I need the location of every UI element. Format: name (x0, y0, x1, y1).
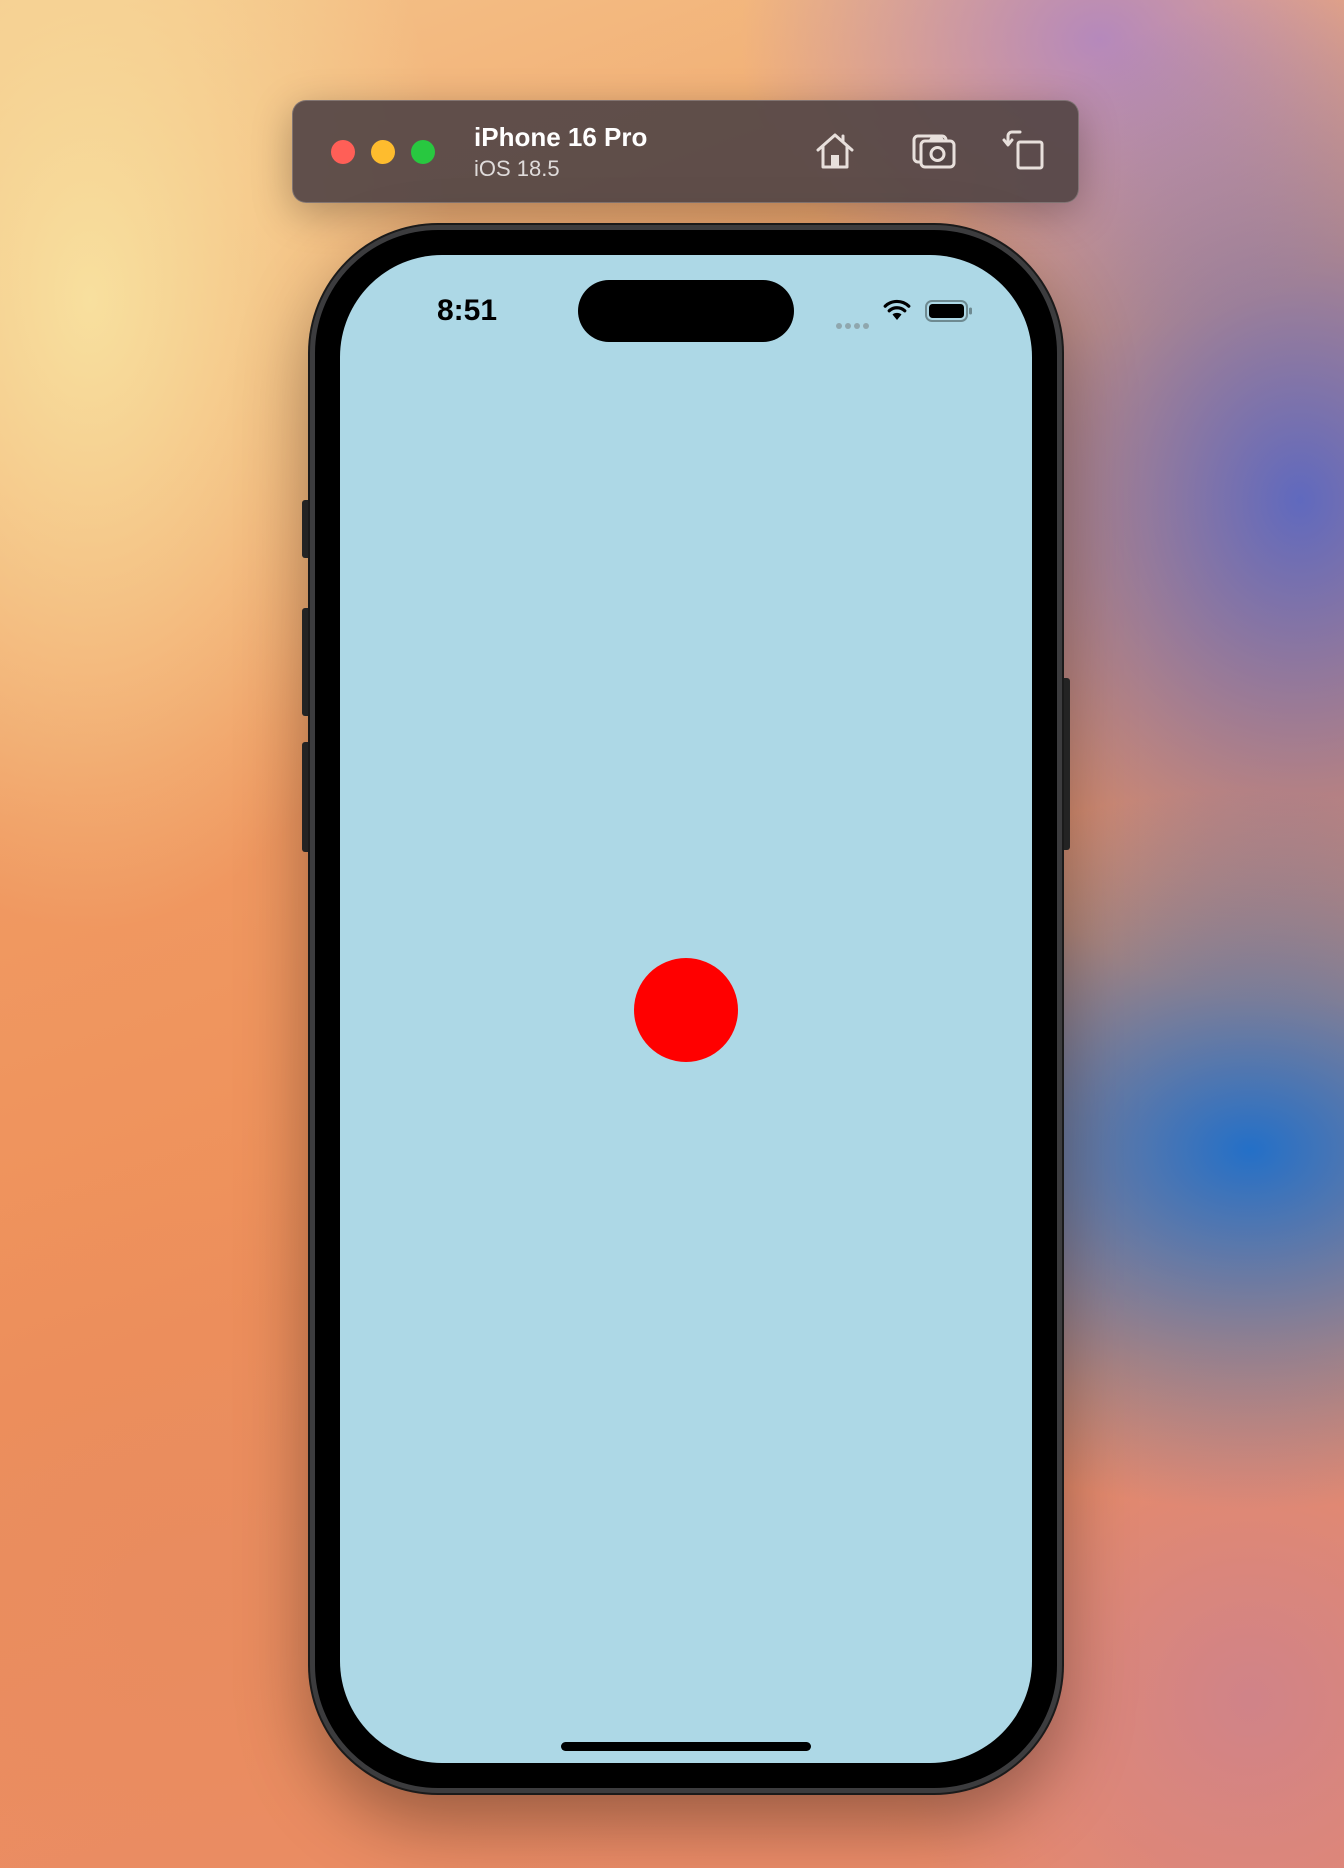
red-dot[interactable] (634, 958, 738, 1062)
rotate-icon[interactable] (1002, 128, 1048, 174)
os-version: iOS 18.5 (474, 156, 560, 181)
window-close-button[interactable] (331, 140, 355, 164)
signal-dots-icon (836, 316, 872, 329)
home-icon[interactable] (812, 128, 858, 174)
dynamic-island (578, 280, 794, 342)
home-indicator[interactable] (561, 1742, 811, 1751)
wifi-icon (882, 298, 912, 322)
status-bar-time: 8:51 (437, 294, 498, 327)
device-name: iPhone 16 Pro (474, 122, 648, 152)
window-zoom-button[interactable] (411, 140, 435, 164)
screenshot-icon[interactable] (911, 128, 957, 174)
window-minimize-button[interactable] (371, 140, 395, 164)
battery-icon (925, 300, 973, 322)
